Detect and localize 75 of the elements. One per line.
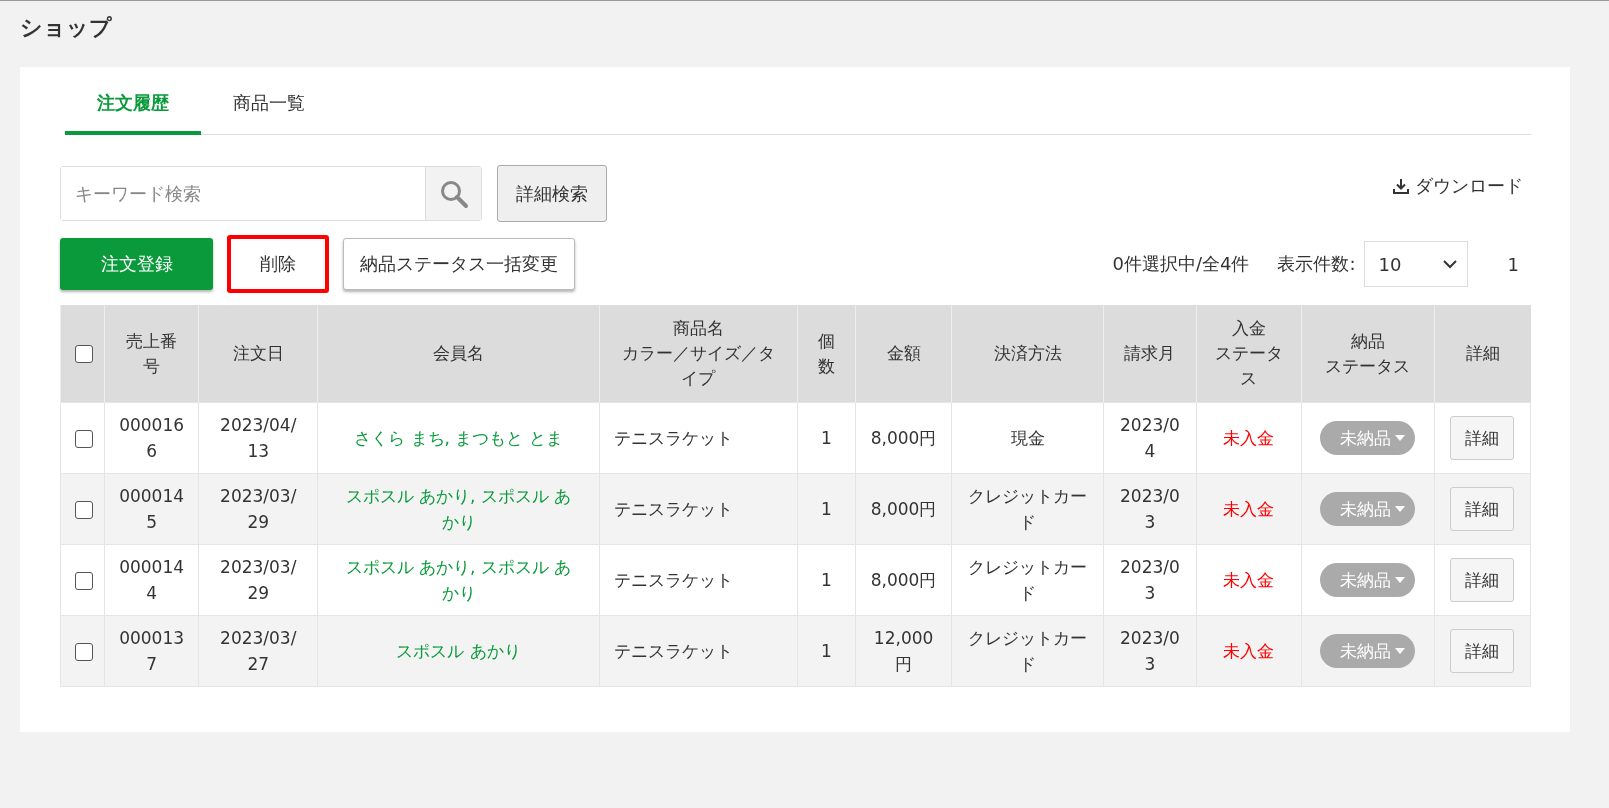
column-header: 注文日 — [231, 342, 285, 365]
column-header: カラー／サイズ／タイプ — [620, 342, 776, 390]
checkbox[interactable] — [75, 501, 93, 519]
table-cell: 現金 — [951, 402, 1104, 474]
chevron-down-icon — [1442, 259, 1457, 269]
advanced-search-button[interactable]: 詳細検索 — [497, 165, 607, 222]
table-cell: 2023/04 — [1103, 402, 1196, 474]
column-header: 入金 — [1230, 317, 1267, 340]
action-button[interactable]: 削除 — [227, 235, 329, 293]
table-cell: 0000144 — [104, 544, 199, 616]
table-cell: 2023/03 — [1103, 615, 1196, 687]
column-header: 金額 — [885, 342, 922, 365]
page-number[interactable]: 1 — [1507, 253, 1519, 275]
table-cell: クレジットカード — [951, 473, 1104, 545]
table-cell: 1 — [797, 473, 856, 545]
search-icon[interactable] — [438, 178, 469, 209]
table-cell: 8,000円 — [855, 544, 952, 616]
detail-button[interactable]: 詳細 — [1450, 416, 1515, 460]
detail-button[interactable]: 詳細 — [1450, 629, 1515, 673]
table-cell: テニスラケット — [599, 473, 798, 545]
tab[interactable]: 商品一覧 — [201, 77, 337, 135]
page-size-dropdown[interactable]: 10 — [1363, 241, 1468, 287]
caret-down-icon — [1395, 435, 1406, 441]
download-link[interactable]: ダウンロード — [1415, 174, 1523, 198]
download-icon[interactable] — [1393, 178, 1409, 194]
search-field[interactable]: キーワード検索 — [60, 166, 482, 221]
table-cell: テニスラケット — [599, 615, 798, 687]
column-header: 納品 — [1349, 329, 1386, 353]
table-cell: 8,000円 — [855, 473, 952, 545]
checkbox[interactable] — [75, 430, 93, 448]
checkbox[interactable] — [75, 345, 93, 363]
column-header: ステータス — [1324, 354, 1412, 378]
column-header: ステータス — [1213, 342, 1284, 390]
checkbox[interactable] — [75, 643, 93, 661]
table-cell: 1 — [797, 402, 856, 474]
page-size-label: 表示件数: — [1277, 252, 1356, 276]
column-header: 個数 — [817, 329, 836, 378]
table-cell: 1 — [797, 615, 856, 687]
column-header: 請求月 — [1123, 342, 1177, 365]
column-header: 商品名 — [671, 317, 725, 340]
table-cell: 2023/03/29 — [198, 544, 318, 616]
payment-status: 未入金 — [1196, 615, 1302, 687]
selection-summary: 0件選択中/全4件 — [1112, 252, 1250, 276]
caret-down-icon — [1395, 506, 1406, 512]
table-cell: 2023/03/27 — [198, 615, 318, 687]
table-cell: 1 — [797, 544, 856, 616]
action-button[interactable]: 納品ステータス一括変更 — [343, 238, 575, 290]
tab[interactable]: 注文履歴 — [65, 77, 201, 135]
column-header: 売上番号 — [125, 329, 179, 378]
checkbox[interactable] — [75, 572, 93, 590]
table-cell: 2023/04/13 — [198, 402, 318, 474]
table-cell: 2023/03 — [1103, 473, 1196, 545]
table-cell: クレジットカード — [951, 544, 1104, 616]
column-header: 会員名 — [432, 342, 485, 365]
table-cell: 0000166 — [104, 402, 199, 474]
table-cell: 0000137 — [104, 615, 199, 687]
payment-status: 未入金 — [1196, 402, 1302, 474]
column-header: 決済方法 — [992, 342, 1063, 365]
table-cell: テニスラケット — [599, 402, 798, 474]
table-cell: 2023/03/29 — [198, 473, 318, 545]
table-cell: クレジットカード — [951, 615, 1104, 687]
caret-down-icon — [1395, 577, 1406, 583]
detail-button[interactable]: 詳細 — [1450, 487, 1515, 531]
column-header: 詳細 — [1464, 342, 1501, 365]
table-cell: 12,000円 — [855, 615, 952, 687]
caret-down-icon — [1395, 648, 1406, 654]
table-cell: 2023/03 — [1103, 544, 1196, 616]
table-cell: 0000145 — [104, 473, 199, 545]
payment-status: 未入金 — [1196, 544, 1302, 616]
detail-button[interactable]: 詳細 — [1450, 558, 1515, 602]
page-title: ショップ — [20, 14, 112, 42]
action-button[interactable]: 注文登録 — [60, 238, 213, 290]
payment-status: 未入金 — [1196, 473, 1302, 545]
table-cell: 8,000円 — [855, 402, 952, 474]
table-cell: テニスラケット — [599, 544, 798, 616]
